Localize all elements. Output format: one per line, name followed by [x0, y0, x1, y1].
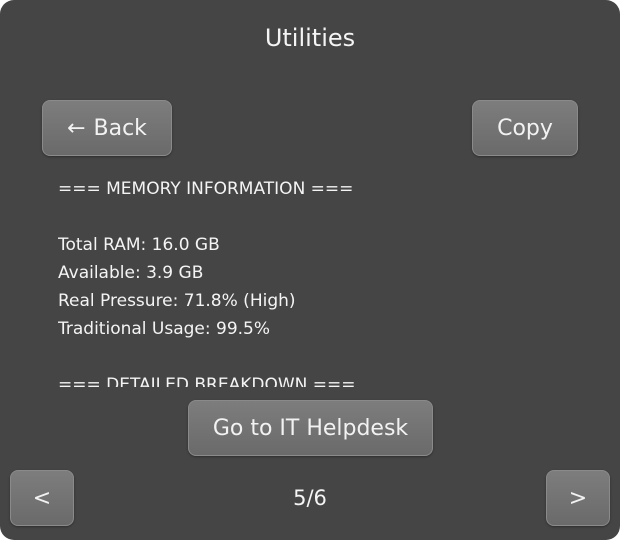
copy-button-label: Copy: [497, 115, 553, 141]
report-line: Available: 3.9 GB: [58, 263, 204, 283]
previous-page-button[interactable]: <: [10, 470, 74, 526]
back-button[interactable]: ← Back: [42, 100, 172, 156]
report-line: === MEMORY INFORMATION ===: [58, 179, 354, 199]
previous-page-label: <: [32, 485, 52, 511]
report-line: [58, 203, 578, 231]
next-page-button[interactable]: >: [546, 470, 610, 526]
back-button-label: Back: [93, 115, 147, 141]
copy-button[interactable]: Copy: [472, 100, 578, 156]
next-page-label: >: [568, 485, 588, 511]
left-arrow-icon: ←: [67, 115, 86, 141]
page-indicator: 5/6: [293, 486, 327, 510]
window-title: Utilities: [264, 24, 356, 52]
report-line: [58, 343, 578, 371]
it-helpdesk-button[interactable]: Go to IT Helpdesk: [188, 400, 433, 456]
report-line: Real Pressure: 71.8% (High): [58, 291, 296, 311]
utilities-panel: Utilities ← Back Copy === MEMORY INFORMA…: [0, 0, 620, 540]
report-line: === DETAILED BREAKDOWN ===: [58, 375, 356, 387]
report-line: Total RAM: 16.0 GB: [58, 235, 220, 255]
memory-report-text[interactable]: === MEMORY INFORMATION === Total RAM: 16…: [58, 175, 578, 387]
report-line: Traditional Usage: 99.5%: [58, 319, 271, 339]
it-helpdesk-button-label: Go to IT Helpdesk: [212, 415, 409, 441]
